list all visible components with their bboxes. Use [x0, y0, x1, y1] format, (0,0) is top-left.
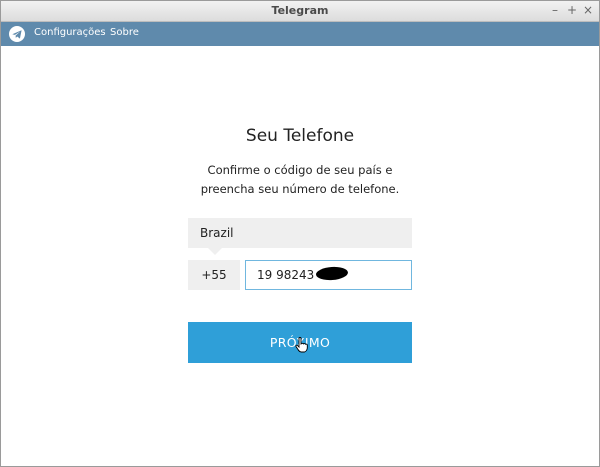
hand-cursor-icon — [295, 337, 309, 357]
title-bar: Telegram – + × — [1, 1, 599, 22]
page-title: Seu Telefone — [245, 126, 355, 146]
country-code-field[interactable]: +55 — [188, 260, 240, 290]
menu-configuracoes[interactable]: Configurações — [34, 27, 106, 38]
instructions-text: Confirme o código de seu país e preencha… — [1, 161, 599, 199]
redaction-mark — [315, 265, 349, 282]
phone-number-input[interactable]: 19 98243 — [245, 260, 412, 290]
window-title: Telegram — [271, 4, 329, 17]
country-pointer — [208, 248, 222, 255]
telegram-logo-icon — [9, 26, 25, 42]
country-select[interactable]: Brazil — [188, 218, 412, 255]
menu-sobre[interactable]: Sobre — [110, 27, 139, 38]
menu-bar: Configurações Sobre — [1, 22, 599, 46]
country-value: Brazil — [200, 226, 234, 240]
minimize-button[interactable]: – — [548, 3, 562, 17]
close-button[interactable]: × — [581, 3, 595, 17]
maximize-button[interactable]: + — [565, 3, 579, 17]
phone-number-value: 19 98243 — [257, 268, 315, 282]
telegram-window: Telegram – + × Configurações Sobre Seu T… — [0, 0, 600, 467]
instructions-line-1: Confirme o código de seu país e — [207, 163, 393, 177]
instructions-line-2: preencha seu número de telefone. — [200, 182, 400, 196]
